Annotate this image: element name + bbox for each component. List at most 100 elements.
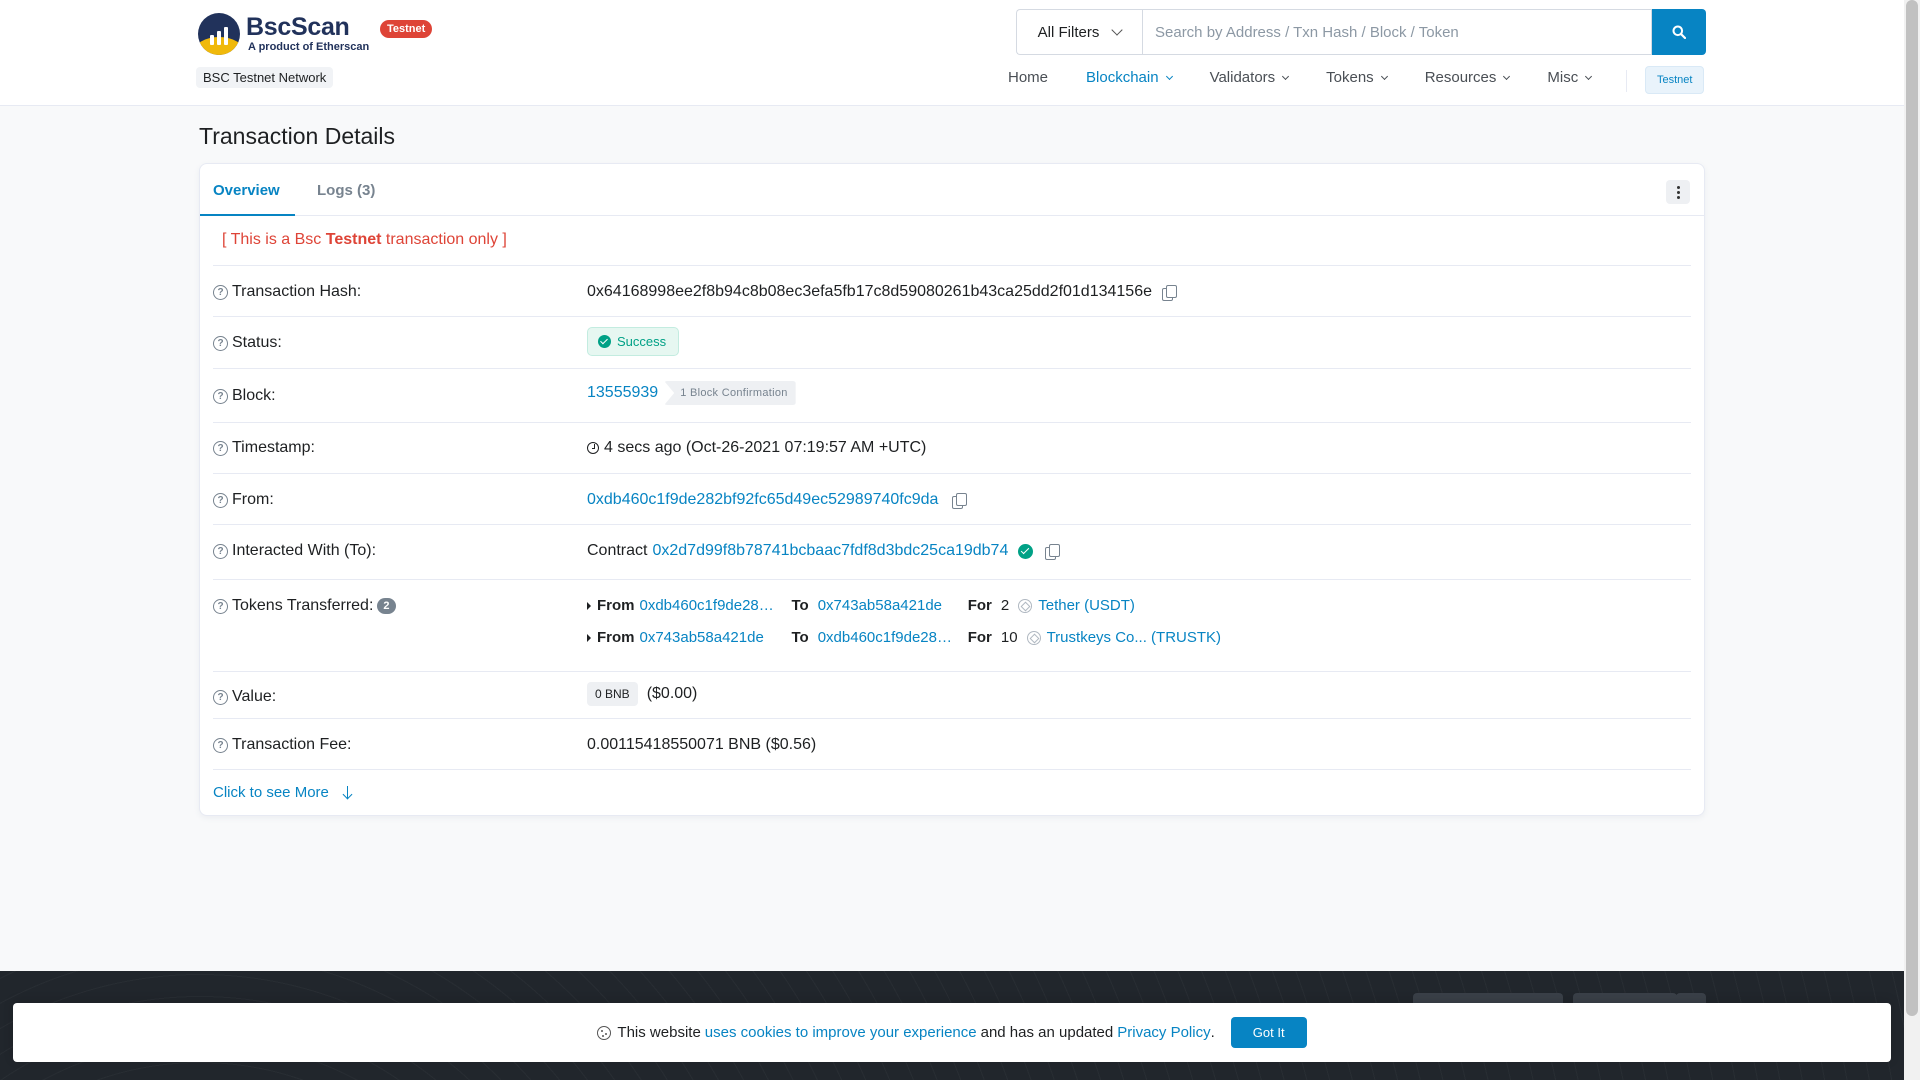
row-label: ? Block: (213, 387, 276, 405)
tab-overview[interactable]: Overview (213, 182, 280, 199)
row-value: 0 BNB ($0.00) (587, 682, 697, 706)
row-label: ? Transaction Fee: (213, 736, 351, 754)
nav-misc[interactable]: Misc (1547, 69, 1593, 86)
token-icon (1018, 598, 1033, 613)
nav-blockchain[interactable]: Blockchain (1086, 69, 1173, 86)
row-value: ? Value: 0 BNB ($0.00) (213, 671, 1691, 718)
help-icon[interactable]: ? (213, 543, 228, 559)
transaction-card: Overview Logs (3) [ This is a Bsc Testne… (199, 163, 1705, 816)
chevron-down-icon (1165, 72, 1173, 80)
copy-icon[interactable] (1045, 543, 1061, 560)
row-label: ? Value: (213, 688, 276, 706)
timestamp-value: 4 secs ago (Oct-26-2021 07:19:57 AM +UTC… (604, 439, 927, 456)
row-label: ? Timestamp: (213, 439, 315, 457)
row-value: 0x64168998ee2f8b94c8b08ec3efa5fb17c8d590… (587, 283, 1177, 301)
copy-icon[interactable] (1162, 284, 1177, 301)
copy-icon[interactable] (952, 492, 968, 509)
row-label: ? Tokens Transferred: 2 (213, 597, 396, 615)
cookie-policy-link[interactable]: uses cookies to improve your experience (705, 1024, 977, 1041)
nav-validators[interactable]: Validators (1210, 69, 1290, 86)
chevron-down-icon (1503, 72, 1511, 80)
arrow-down-icon (343, 785, 353, 800)
search-icon (1672, 25, 1686, 39)
row-timestamp: ? Timestamp: 4 secs ago (Oct-26-2021 07:1… (213, 422, 1691, 473)
search-bar: All Filters (1016, 9, 1706, 55)
transfer-from-link[interactable]: 0x743ab58a421de (640, 629, 782, 646)
nav-home[interactable]: Home (1008, 69, 1048, 86)
site-logo[interactable]: BscScan A product of Etherscan (198, 13, 369, 55)
block-number-link[interactable]: 13555939 (587, 384, 658, 402)
transaction-fee-value: 0.00115418550071 BNB ($0.56) (587, 736, 817, 753)
site-header: BscScan A product of Etherscan Testnet B… (0, 0, 1904, 106)
help-icon[interactable]: ? (213, 689, 228, 705)
token-link[interactable]: Tether (USDT) (1038, 597, 1135, 614)
help-icon[interactable]: ? (213, 440, 228, 456)
bnb-value-badge: 0 BNB (587, 682, 638, 706)
chevron-down-icon (1380, 72, 1388, 80)
help-icon[interactable]: ? (213, 737, 228, 753)
row-label: ? From: (213, 491, 274, 509)
usd-value: ($0.00) (646, 685, 698, 702)
row-tokens-transferred: ? Tokens Transferred: 2 From 0xdb460c1f9de… (213, 579, 1691, 671)
logo-title: BscScan (246, 13, 350, 41)
row-value: 0xdb460c1f9de282bf92fc65d49ec52989740fc9… (587, 491, 968, 509)
transfer-from-link[interactable]: 0xdb460c1f9de282bf92fc65d49ec52989740fc9… (640, 597, 782, 614)
transfer-amount: 2 (1000, 597, 1010, 614)
row-transaction-fee: ? Transaction Fee: 0.00115418550071 BNB (… (213, 718, 1691, 770)
row-block: ? Block: 13555939 1 Block Confirmation (213, 368, 1691, 422)
bscscan-logo-icon (198, 13, 240, 55)
row-value: Success (587, 327, 680, 356)
main-nav: Home Blockchain Validators Tokens Resour… (1008, 69, 1629, 86)
privacy-policy-link[interactable]: Privacy Policy (1117, 1024, 1210, 1041)
cookie-banner: This website uses cookies to improve you… (13, 1003, 1891, 1062)
accept-cookies-button[interactable]: Got It (1230, 1017, 1307, 1048)
search-input[interactable] (1142, 9, 1652, 55)
transfer-amount: 10 (1000, 629, 1018, 646)
nav-tokens[interactable]: Tokens (1326, 69, 1388, 86)
token-link[interactable]: Trustkeys Co... (TRUSTK) (1047, 629, 1221, 646)
scrollbar-thumb[interactable] (1906, 0, 1918, 1016)
row-status: ? Status: Success (213, 316, 1691, 368)
row-interacted-with: ? Interacted With (To): Contract 0x2d7d99… (213, 524, 1691, 579)
nav-resources[interactable]: Resources (1425, 69, 1511, 86)
see-more-link[interactable]: Click to see More (213, 784, 353, 801)
cookie-icon (597, 1025, 612, 1040)
row-value: 4 secs ago (Oct-26-2021 07:19:57 AM +UTC… (587, 439, 926, 457)
clock-icon (587, 442, 599, 454)
transfer-count-badge: 2 (377, 598, 396, 614)
contract-address-link[interactable]: 0x2d7d99f8b78741bcbaac7fdf8d3bdc25ca19db… (652, 542, 1008, 560)
from-address-link[interactable]: 0xdb460c1f9de282bf92fc65d49ec52989740fc9… (587, 491, 938, 509)
row-label: ? Transaction Hash: (213, 283, 361, 301)
tab-bar: Overview Logs (3) (200, 164, 1704, 216)
row-value: Contract 0x2d7d99f8b78741bcbaac7fdf8d3bd… (587, 542, 1061, 560)
transfer-to-link[interactable]: 0xdb460c1f9de282bf92fc65d49ec52989740fc9… (818, 629, 960, 646)
block-confirmation-badge: 1 Block Confirmation (664, 381, 796, 405)
network-label: BSC Testnet Network (196, 67, 334, 88)
logo-subtitle: A product of Etherscan (248, 41, 370, 53)
row-from: ? From: 0xdb460c1f9de282bf92fc65d49ec5298… (213, 473, 1691, 524)
more-options-button[interactable] (1666, 180, 1690, 204)
transfer-to-link[interactable]: 0x743ab58a421de (818, 597, 960, 614)
search-button[interactable] (1652, 9, 1706, 55)
network-switch-button[interactable]: Testnet (1645, 66, 1705, 94)
chevron-down-icon (1282, 72, 1290, 80)
active-tab-indicator (200, 214, 295, 216)
contract-prefix: Contract (587, 542, 648, 559)
testnet-notice: [ This is a Bsc Testnet transaction only… (222, 231, 507, 248)
filter-label: All Filters (1037, 23, 1100, 41)
row-transaction-hash: ? Transaction Hash: 0x64168998ee2f8b94c8b… (213, 265, 1691, 316)
help-icon[interactable]: ? (213, 492, 228, 508)
row-label: ? Interacted With (To): (213, 542, 376, 560)
tab-logs[interactable]: Logs (3) (317, 182, 375, 199)
row-label: ? Status: (213, 334, 282, 352)
transaction-hash: 0x64168998ee2f8b94c8b08ec3efa5fb17c8d590… (587, 283, 1152, 300)
search-filter-dropdown[interactable]: All Filters (1016, 9, 1142, 55)
help-icon[interactable]: ? (213, 388, 228, 404)
help-icon[interactable]: ? (213, 598, 228, 614)
divider (213, 769, 1691, 770)
help-icon[interactable]: ? (213, 335, 228, 351)
token-icon (1026, 630, 1041, 645)
testnet-badge: Testnet (380, 20, 433, 38)
status-badge: Success (587, 327, 680, 356)
help-icon[interactable]: ? (213, 284, 228, 300)
